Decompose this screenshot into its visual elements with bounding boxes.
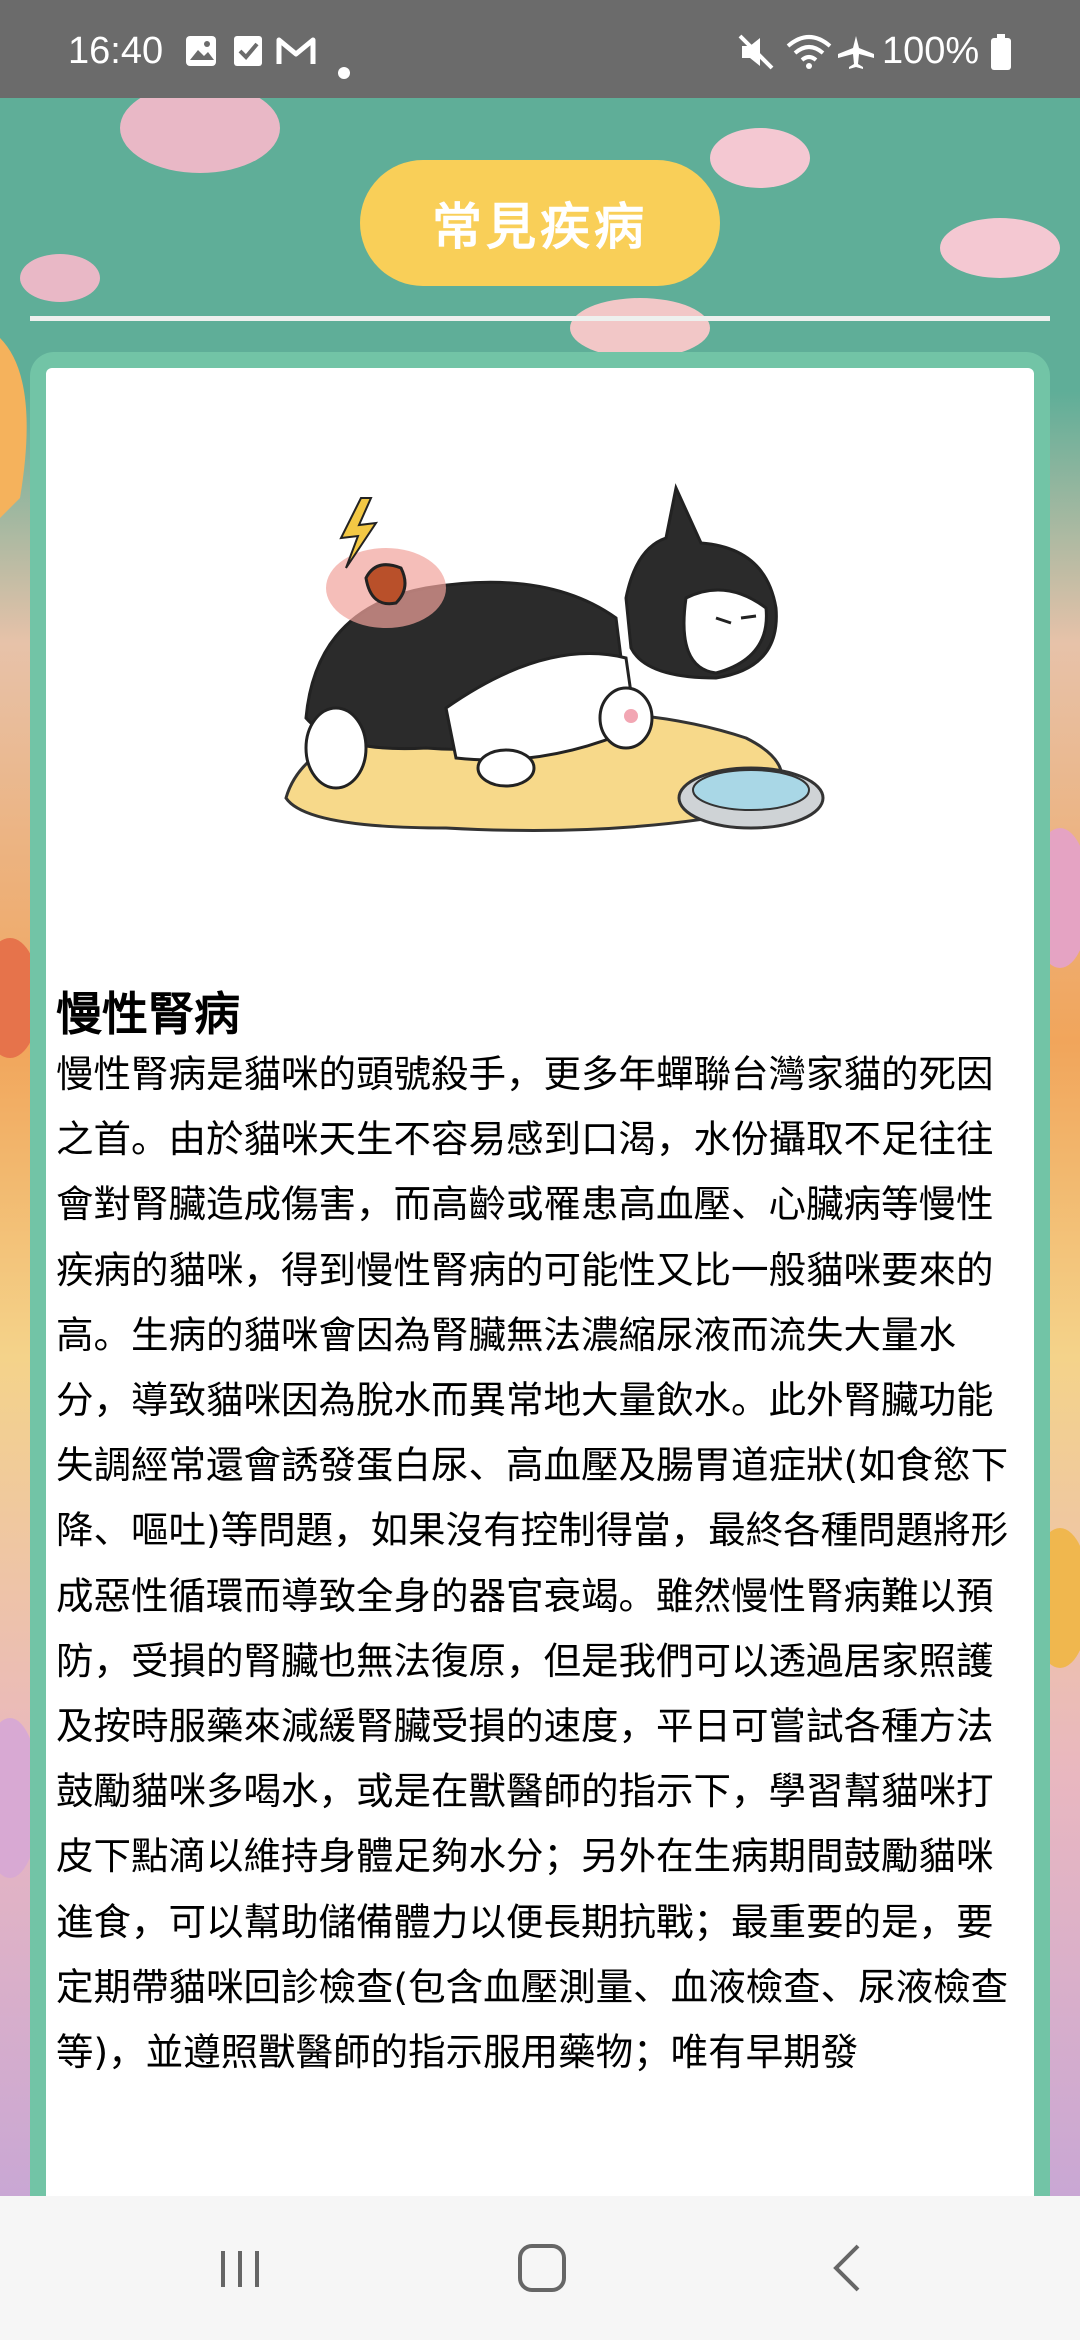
recent-apps-icon [221, 2251, 259, 2287]
check-box-icon [232, 34, 264, 78]
page-title: 常見疾病 [360, 160, 720, 286]
navigation-bar [0, 2196, 1080, 2340]
divider [30, 316, 1050, 321]
battery-icon [990, 34, 1012, 80]
gmail-icon [276, 34, 316, 78]
wifi-icon [786, 34, 832, 80]
sick-cat-illustration [246, 468, 886, 872]
recent-apps-button[interactable] [200, 2236, 280, 2300]
status-bar: 16:40 100% [0, 0, 1080, 98]
article-title: 慢性腎病 [56, 987, 240, 1041]
home-icon [518, 2244, 566, 2292]
airplane-icon [836, 34, 876, 80]
gallery-icon [184, 34, 218, 78]
status-time: 16:40 [68, 30, 164, 72]
dot-icon [338, 46, 350, 89]
back-button[interactable] [806, 2236, 886, 2300]
mute-icon [736, 34, 776, 80]
back-arrow-icon [833, 2244, 860, 2292]
home-button[interactable] [502, 2236, 582, 2300]
article-body: 慢性腎病是貓咪的頭號殺手，更多年蟬聯台灣家貓的死因之首。由於貓咪天生不容易感到口… [56, 1052, 1009, 2075]
battery-percentage: 100% [882, 30, 980, 72]
